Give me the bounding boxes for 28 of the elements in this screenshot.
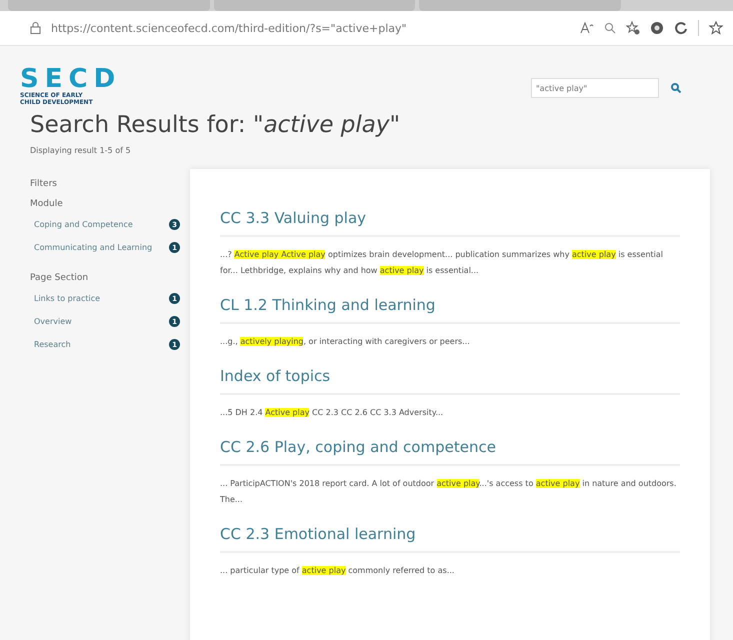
- filter-link[interactable]: Communicating and Learning: [34, 243, 152, 252]
- result-snippet: ... particular type of active play commonly referred to as...: [220, 565, 456, 577]
- filter-group-title: Module: [30, 199, 64, 209]
- filters-title: Filters: [30, 179, 58, 189]
- zoom-icon[interactable]: [604, 22, 616, 34]
- filter-link[interactable]: Links to practice: [34, 294, 100, 303]
- result-snippet: ...g., actively playing, or interacting with caregivers or peers...: [220, 336, 471, 348]
- filter-link[interactable]: Research: [34, 340, 71, 349]
- filter-link[interactable]: Overview: [34, 317, 72, 326]
- filter-group-title: Page Section: [30, 273, 90, 283]
- result-title[interactable]: Index of topics: [220, 367, 680, 395]
- result-count: Displaying result 1-5 of 5: [30, 146, 132, 155]
- result-snippet: ...? Active play Active play optimizes brain development... publication summarizes why active play is essential for... Lethbridge, explains why and how active play is essential...: [220, 249, 664, 277]
- page-heading: Search Results for: "active play": [30, 112, 402, 138]
- star-icon[interactable]: [709, 21, 723, 35]
- extension-icon[interactable]: [650, 21, 664, 35]
- favorites-icon[interactable]: [626, 21, 640, 35]
- filter-link[interactable]: Coping and Competence: [34, 220, 133, 229]
- refresh-icon[interactable]: [674, 21, 688, 35]
- site-logo[interactable]: SECD: [20, 66, 122, 92]
- result-title[interactable]: CL 1.2 Thinking and learning: [220, 296, 680, 324]
- result-title[interactable]: CC 2.3 Emotional learning: [220, 525, 680, 553]
- result-title[interactable]: CC 3.3 Valuing play: [220, 209, 680, 237]
- read-aloud-icon[interactable]: [580, 22, 594, 34]
- search-icon[interactable]: [671, 83, 681, 93]
- search-field[interactable]: "active play": [531, 78, 659, 98]
- result-title[interactable]: CC 2.6 Play, coping and competence: [220, 438, 680, 466]
- lock-icon[interactable]: [30, 22, 41, 34]
